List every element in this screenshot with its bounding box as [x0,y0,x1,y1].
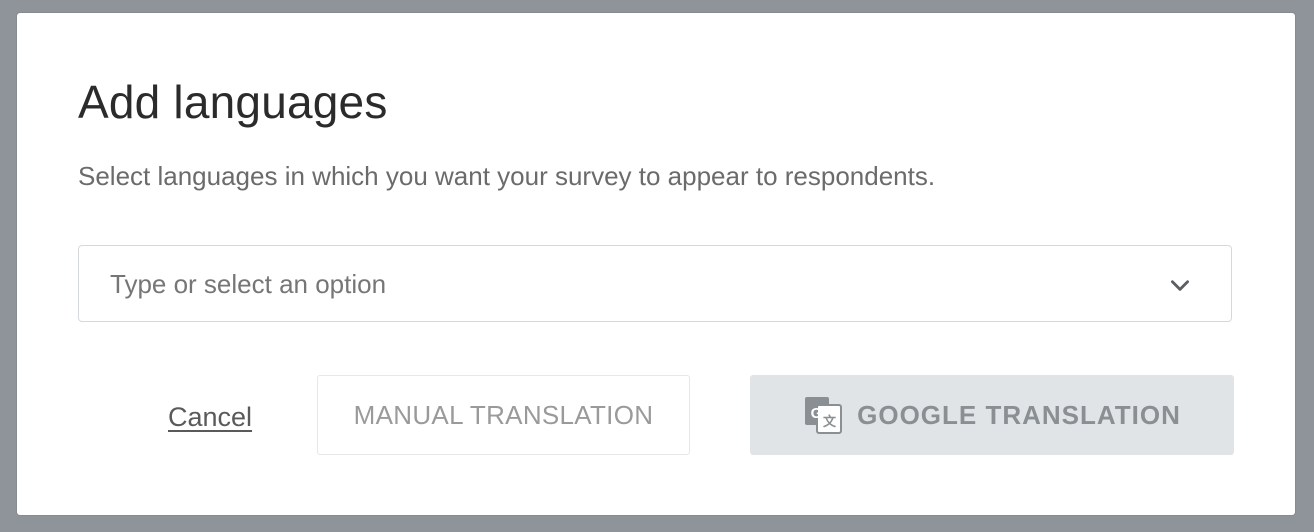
cancel-button[interactable]: Cancel [168,402,252,433]
manual-translation-label: MANUAL TRANSLATION [353,399,654,430]
svg-text:文: 文 [823,414,837,430]
chevron-down-icon [1171,280,1189,291]
google-translation-button[interactable]: G 文 GOOGLE TRANSLATION [750,375,1234,455]
svg-text:G: G [811,405,824,422]
language-select-placeholder: Type or select an option [110,269,387,299]
dialog-title: Add languages [78,76,388,128]
language-select[interactable]: Type or select an option [78,245,1232,322]
manual-translation-button[interactable]: MANUAL TRANSLATION [317,375,690,455]
google-translate-icon: G 文 [805,397,843,434]
add-languages-dialog: Add languages Select languages in which … [17,13,1295,515]
google-translation-label: GOOGLE TRANSLATION [857,399,1181,430]
dialog-description: Select languages in which you want your … [78,161,936,191]
